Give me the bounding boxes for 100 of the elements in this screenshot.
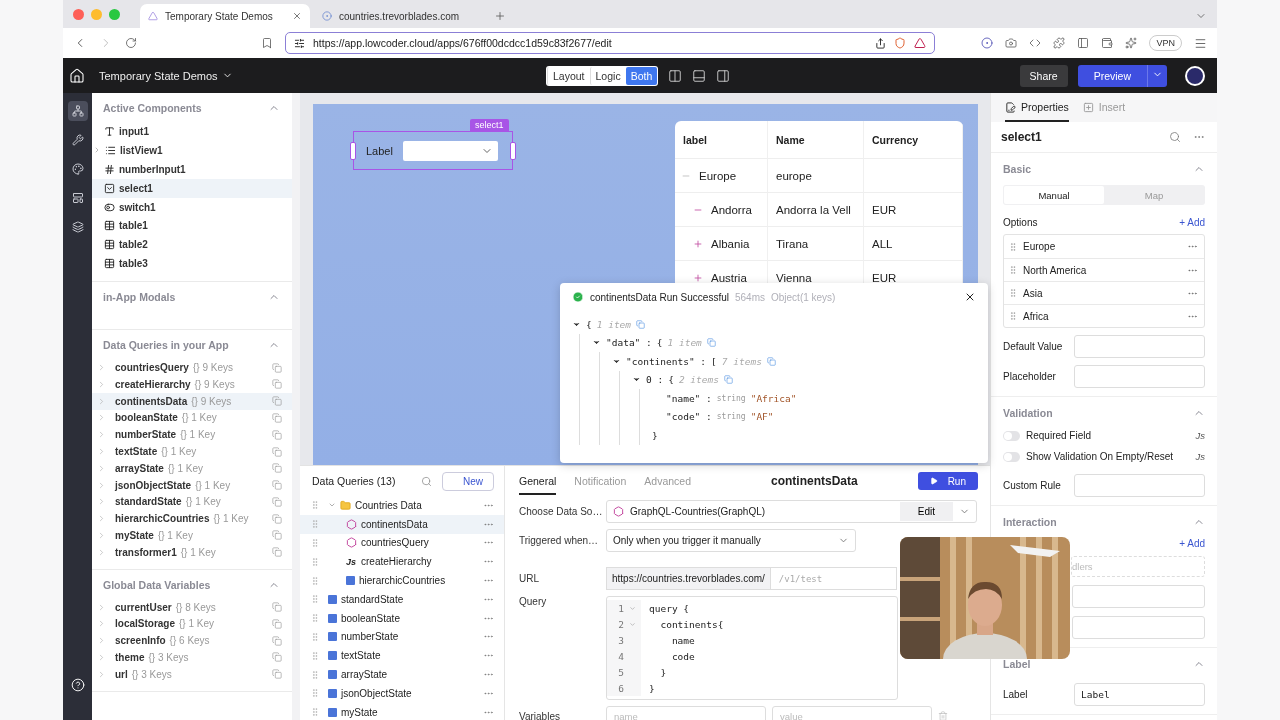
- data-item[interactable]: standardState {} 1 Key: [92, 493, 292, 511]
- text-field[interactable]: [1072, 585, 1205, 608]
- query-item[interactable]: Js createHierarchy: [300, 552, 504, 572]
- data-item[interactable]: countriesQuery {} 9 Keys: [92, 359, 292, 376]
- preview-button[interactable]: Preview: [1077, 64, 1147, 87]
- close-icon[interactable]: [964, 291, 976, 303]
- text-field[interactable]: [1074, 474, 1205, 497]
- app-title[interactable]: Temporary State Demos: [99, 69, 218, 82]
- data-source-select[interactable]: GraphQL-Countries(GraphQL) Edit: [606, 500, 977, 523]
- address-bar[interactable]: https://app.lowcoder.cloud/apps/676ff00dcdcc1d59c83f2677/edit: [285, 32, 935, 54]
- avatar[interactable]: [1185, 65, 1205, 86]
- variable-name-field[interactable]: name: [606, 706, 766, 720]
- query-item[interactable]: jsonObjectState: [300, 683, 504, 703]
- section-title: Basic: [1003, 163, 1032, 175]
- component-item[interactable]: select1: [92, 178, 292, 198]
- preview-menu-button[interactable]: [1147, 64, 1167, 87]
- browser-tab[interactable]: countries.trevorblades.com: [314, 4, 484, 28]
- option-item[interactable]: Africa: [1004, 304, 1204, 327]
- run-button[interactable]: Run: [917, 472, 978, 490]
- option-item[interactable]: Europe: [1004, 235, 1204, 258]
- data-item[interactable]: numberState {} 1 Key: [92, 426, 292, 444]
- share-icon[interactable]: [875, 37, 886, 49]
- query-item[interactable]: arrayState: [300, 665, 504, 684]
- drag-handle-icon: [310, 538, 320, 548]
- minimize-window-button[interactable]: [91, 8, 102, 20]
- option-item[interactable]: North America: [1004, 258, 1204, 281]
- query-item[interactable]: textState: [300, 646, 504, 666]
- component-item[interactable]: numberInput1: [92, 159, 292, 179]
- browser-tab[interactable]: Temporary State Demos: [140, 4, 310, 28]
- url-path-field[interactable]: /v1/test: [770, 567, 897, 590]
- query-item[interactable]: continentsData: [300, 514, 504, 534]
- view-mode-tab[interactable]: Both: [625, 66, 658, 85]
- query-item[interactable]: numberState: [300, 627, 504, 647]
- query-item[interactable]: Countries Data: [300, 496, 504, 515]
- tree-button[interactable]: [67, 101, 88, 121]
- data-item[interactable]: createHierarchy {} 9 Keys: [92, 375, 292, 393]
- fold-icon[interactable]: [628, 604, 636, 612]
- component-item[interactable]: listView1: [92, 140, 292, 160]
- dropdown-field[interactable]: [402, 140, 498, 161]
- triangle-icon[interactable]: [914, 37, 926, 49]
- new-button[interactable]: New: [442, 471, 494, 491]
- toggle-switch[interactable]: [1003, 451, 1020, 462]
- component-item[interactable]: table1: [92, 216, 292, 236]
- mode-tab[interactable]: Manual: [1004, 186, 1104, 204]
- add-link[interactable]: + Add: [1179, 216, 1205, 228]
- search-icon: [1169, 131, 1181, 143]
- trigger-select[interactable]: Only when you trigger it manually: [606, 529, 856, 552]
- add-link[interactable]: + Add: [1179, 537, 1205, 549]
- line-number: 5: [617, 666, 625, 678]
- data-item[interactable]: transformer1 {} 1 Key: [92, 543, 292, 561]
- component-item[interactable]: switch1: [92, 197, 292, 217]
- panel-tab[interactable]: Properties: [1005, 101, 1069, 122]
- query-name: numberState: [341, 631, 400, 643]
- fold-icon[interactable]: [628, 620, 636, 628]
- data-item[interactable]: url {} 3 Keys: [92, 665, 292, 683]
- copy-icon: [272, 635, 282, 646]
- component-name: table1: [119, 220, 148, 232]
- data-item[interactable]: arrayState {} 1 Key: [92, 459, 292, 477]
- query-item[interactable]: myState: [300, 702, 504, 720]
- data-item[interactable]: continentsData {} 9 Keys: [92, 392, 292, 410]
- js-icon: Js: [1195, 451, 1205, 462]
- data-item[interactable]: screenInfo {} 6 Keys: [92, 632, 292, 650]
- component-name: input1: [119, 125, 149, 137]
- query-item[interactable]: standardState: [300, 590, 504, 609]
- edit-button[interactable]: Edit: [899, 502, 953, 521]
- text-field[interactable]: Label: [1074, 683, 1205, 706]
- option-item[interactable]: Asia: [1004, 281, 1204, 304]
- data-item[interactable]: jsonObjectState {} 1 Key: [92, 476, 292, 494]
- toggle-switch[interactable]: [1003, 430, 1020, 441]
- zoom-window-button[interactable]: [109, 8, 120, 20]
- component-item[interactable]: table3: [92, 254, 292, 274]
- text-field[interactable]: [1074, 365, 1205, 388]
- data-item[interactable]: myState {} 1 Key: [92, 527, 292, 544]
- select-widget[interactable]: Label: [353, 131, 513, 170]
- component-item[interactable]: input1: [92, 122, 292, 141]
- data-item[interactable]: textState {} 1 Key: [92, 443, 292, 460]
- plus-icon[interactable]: [693, 238, 703, 249]
- data-item[interactable]: localStorage {} 1 Key: [92, 615, 292, 633]
- component-item[interactable]: table2: [92, 235, 292, 255]
- query-item[interactable]: booleanState: [300, 608, 504, 628]
- shield-icon[interactable]: [894, 37, 906, 49]
- plus-icon[interactable]: [693, 272, 703, 283]
- resize-handle[interactable]: [350, 142, 356, 160]
- data-item[interactable]: currentUser {} 8 Keys: [92, 598, 292, 616]
- text-field[interactable]: [1072, 616, 1205, 639]
- editor-tab[interactable]: General: [519, 467, 557, 495]
- data-item[interactable]: theme {} 3 Keys: [92, 649, 292, 666]
- menu-icon: [1194, 36, 1207, 50]
- close-window-button[interactable]: [73, 8, 84, 20]
- variable-value-field[interactable]: value: [772, 706, 932, 720]
- text-field[interactable]: [1074, 335, 1205, 358]
- sliders-icon[interactable]: [294, 37, 305, 49]
- code-editor[interactable]: 1 2 3 4 5 6 query { continents{ name code } }: [606, 596, 898, 700]
- drag-handle-icon: [310, 594, 320, 605]
- data-item[interactable]: booleanState {} 1 Key: [92, 409, 292, 427]
- query-item[interactable]: countriesQuery: [300, 533, 504, 553]
- share-button[interactable]: Share: [1019, 64, 1068, 87]
- query-item[interactable]: hierarchicCountries: [300, 571, 504, 590]
- data-item[interactable]: hierarchicCountries {} 1 Key: [92, 510, 292, 528]
- resize-handle[interactable]: [510, 142, 516, 160]
